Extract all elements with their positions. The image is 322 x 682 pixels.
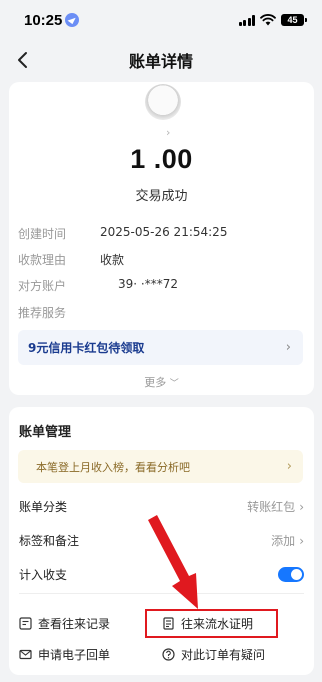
location-icon	[65, 13, 80, 27]
page-title: 账单详情	[128, 52, 193, 71]
transaction-card: › 1 .00 交易成功 创建时间 2025-05-26 21:54:25 收款…	[9, 82, 314, 395]
detail-row-reason: 收款理由 收款	[18, 251, 124, 268]
detail-row-recommend: 推荐服务	[18, 304, 100, 321]
row-value: 转账红包 ›	[247, 498, 304, 515]
category-value: 转账红包	[247, 500, 296, 514]
detail-value: 39· ·***72	[118, 277, 178, 291]
time-text: 10:25	[24, 11, 63, 29]
detail-label: 推荐服务	[18, 306, 67, 320]
include-in-stats-toggle[interactable]	[278, 567, 304, 582]
chevron-right-icon: ›	[299, 533, 304, 548]
e-receipt-button[interactable]: 申请电子回单	[19, 646, 110, 663]
row-label: 计入收支	[19, 568, 68, 582]
income-ranking-tip[interactable]: 本笔登上月收入榜，看看分析吧 ›	[18, 450, 303, 483]
action-label: 对此订单有疑问	[181, 648, 266, 662]
transaction-amount: 1 .00	[130, 144, 193, 174]
detail-label: 收款理由	[18, 253, 67, 267]
promo-text: 9元信用卡红包待领取	[28, 341, 145, 355]
detail-label: 对方账户	[18, 279, 67, 293]
annotation-highlight-box	[145, 609, 278, 638]
detail-label: 创建时间	[18, 227, 67, 241]
chevron-left-icon	[18, 52, 27, 68]
more-button[interactable]: 更多 ﹀	[9, 374, 314, 390]
detail-row-created: 创建时间 2025-05-26 21:54:25	[18, 225, 227, 242]
action-label: 申请电子回单	[38, 648, 111, 662]
view-history-button[interactable]: 查看往来记录	[19, 615, 110, 632]
detail-value: 收款	[100, 253, 125, 267]
bill-category-row[interactable]: 账单分类 转账红包 ›	[19, 498, 304, 515]
credit-card-promo[interactable]: 9元信用卡红包待领取 ›	[18, 330, 303, 365]
battery-icon: 45	[281, 14, 307, 26]
annotation-arrow	[148, 515, 198, 609]
tip-text: 本笔登上月收入榜，看看分析吧	[36, 460, 190, 474]
chevron-down-icon: ﹀	[169, 379, 179, 389]
status-bar: 10:25 45	[0, 0, 322, 40]
action-label: 查看往来记录	[38, 617, 111, 631]
chevron-right-icon: ›	[286, 459, 292, 474]
wifi-icon	[260, 14, 276, 26]
section-title: 账单管理	[19, 425, 72, 440]
question-icon	[162, 648, 175, 661]
battery-level: 45	[287, 15, 298, 25]
chevron-right-icon[interactable]: ›	[166, 126, 170, 139]
add-value: 添加	[271, 534, 296, 548]
chevron-right-icon: ›	[285, 340, 291, 355]
status-time: 10:25	[24, 11, 80, 29]
more-label: 更多	[144, 376, 167, 389]
detail-value: 2025-05-26 21:54:25	[100, 225, 228, 239]
history-icon	[19, 617, 32, 630]
detail-row-account: 对方账户 39· ·***72	[18, 277, 178, 294]
row-label: 账单分类	[19, 500, 68, 514]
nav-bar: 账单详情	[0, 40, 322, 80]
row-value: 添加 ›	[271, 532, 304, 549]
chevron-right-icon: ›	[299, 499, 304, 514]
mail-icon	[19, 649, 32, 660]
order-question-button[interactable]: 对此订单有疑问	[162, 646, 265, 663]
status-icons: 45	[238, 14, 307, 26]
payee-avatar[interactable]	[145, 84, 181, 120]
transaction-status: 交易成功	[135, 189, 188, 204]
signal-icon	[238, 14, 255, 26]
row-label: 标签和备注	[19, 534, 80, 548]
back-button[interactable]	[10, 48, 34, 72]
